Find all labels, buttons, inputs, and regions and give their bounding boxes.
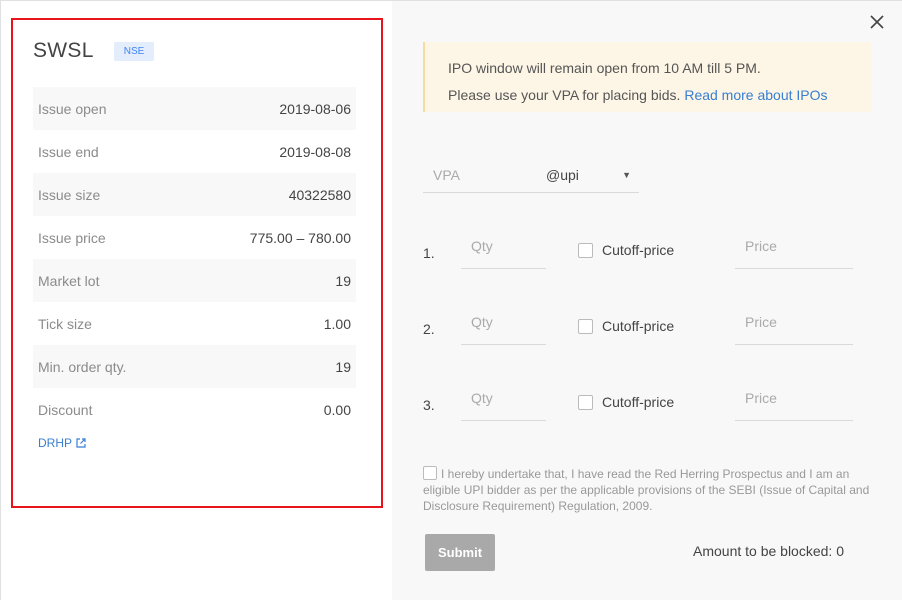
submit-button[interactable]: Submit	[425, 534, 495, 571]
title-row: SWSL NSE	[33, 39, 155, 63]
detail-label: Min. order qty.	[38, 358, 127, 375]
qty-input[interactable]: Qty	[461, 309, 546, 345]
detail-row-tick-size: Tick size 1.00	[33, 302, 356, 345]
detail-value: 19	[335, 358, 351, 375]
cutoff-checkbox[interactable]	[578, 243, 593, 258]
bid-row-3: 3. Qty Cutoff-price Price	[423, 385, 853, 425]
detail-label: Issue open	[38, 100, 107, 117]
bid-number: 1.	[423, 245, 435, 261]
undertaking-checkbox[interactable]	[423, 466, 437, 480]
read-more-link[interactable]: Read more about IPOs	[684, 87, 827, 103]
detail-value: 0.00	[323, 401, 351, 418]
price-input[interactable]: Price	[735, 233, 853, 269]
external-link-icon	[76, 438, 86, 448]
ipo-bid-modal: SWSL NSE Issue open 2019-08-06 Issue end 2…	[0, 0, 902, 600]
bid-row-1: 1. Qty Cutoff-price Price	[423, 233, 853, 273]
detail-label: Market lot	[38, 272, 100, 289]
ipo-notice: IPO window will remain open from 10 AM t…	[423, 42, 871, 112]
detail-label: Issue size	[38, 186, 101, 203]
drhp-label: DRHP	[38, 436, 73, 450]
detail-row-min-order-qty: Min. order qty. 19	[33, 345, 356, 388]
detail-row-discount: Discount 0.00	[33, 388, 356, 431]
drhp-link[interactable]: DRHP	[38, 436, 86, 450]
vpa-handle-select[interactable]: @upi	[546, 167, 622, 183]
qty-input[interactable]: Qty	[461, 233, 546, 269]
detail-row-issue-open: Issue open 2019-08-06	[33, 87, 356, 130]
undertaking-text: I hereby undertake that, I have read the…	[423, 467, 870, 513]
notice-text: Please use your VPA for placing bids.	[448, 87, 681, 103]
detail-value: 19	[335, 272, 351, 289]
detail-label: Tick size	[38, 315, 92, 332]
detail-row-issue-size: Issue size 40322580	[33, 173, 356, 216]
vpa-input[interactable]: VPA	[423, 167, 546, 183]
ipo-symbol: SWSL	[33, 39, 94, 62]
qty-input[interactable]: Qty	[461, 385, 546, 421]
bid-number: 3.	[423, 397, 435, 413]
exchange-badge: NSE	[113, 41, 155, 61]
detail-value: 775.00 – 780.00	[249, 229, 351, 246]
detail-label: Issue price	[38, 229, 106, 246]
ipo-details-table: Issue open 2019-08-06 Issue end 2019-08-08…	[33, 87, 356, 431]
vpa-field[interactable]: VPA @upi ▼	[423, 158, 639, 193]
amount-to-be-blocked: Amount to be blocked: 0	[693, 543, 844, 559]
price-input[interactable]: Price	[735, 385, 853, 421]
detail-value: 2019-08-08	[279, 143, 351, 160]
detail-value: 40322580	[288, 186, 351, 203]
undertaking: I hereby undertake that, I have read the…	[423, 466, 875, 514]
caret-down-icon[interactable]: ▼	[622, 170, 631, 180]
notice-line-2: Please use your VPA for placing bids. Re…	[448, 82, 871, 109]
price-input[interactable]: Price	[735, 309, 853, 345]
detail-value: 1.00	[323, 315, 351, 332]
ipo-details-panel: SWSL NSE Issue open 2019-08-06 Issue end 2…	[1, 1, 392, 600]
notice-line-1: IPO window will remain open from 10 AM t…	[448, 60, 761, 76]
detail-label: Issue end	[38, 143, 99, 160]
bid-number: 2.	[423, 321, 435, 337]
detail-label: Discount	[38, 401, 93, 418]
detail-row-market-lot: Market lot 19	[33, 259, 356, 302]
cutoff-label[interactable]: Cutoff-price	[602, 242, 674, 258]
cutoff-label[interactable]: Cutoff-price	[602, 394, 674, 410]
close-icon[interactable]	[868, 13, 886, 31]
detail-row-issue-price: Issue price 775.00 – 780.00	[33, 216, 356, 259]
bid-row-2: 2. Qty Cutoff-price Price	[423, 309, 853, 349]
bid-form-panel: IPO window will remain open from 10 AM t…	[392, 1, 902, 600]
detail-value: 2019-08-06	[279, 100, 351, 117]
cutoff-checkbox[interactable]	[578, 319, 593, 334]
cutoff-checkbox[interactable]	[578, 395, 593, 410]
detail-row-issue-end: Issue end 2019-08-08	[33, 130, 356, 173]
cutoff-label[interactable]: Cutoff-price	[602, 318, 674, 334]
